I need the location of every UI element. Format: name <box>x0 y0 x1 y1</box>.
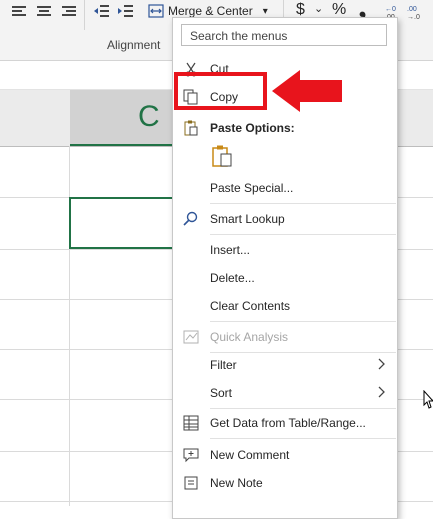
svg-text:→.0: →.0 <box>407 14 420 20</box>
menu-item-label: Get Data from Table/Range... <box>210 416 366 430</box>
menu-item-label: Delete... <box>210 271 255 285</box>
align-center-icon[interactable] <box>37 4 53 18</box>
menu-item-sort[interactable]: Sort <box>173 379 397 407</box>
ribbon-separator <box>84 0 85 30</box>
alignment-group-label: Alignment <box>107 38 161 52</box>
menu-item-label: Paste Options: <box>210 121 295 135</box>
red-arrow-icon <box>270 68 346 117</box>
menu-separator <box>210 203 396 204</box>
merge-center-label: Merge & Center <box>168 4 253 18</box>
decimal-icon[interactable]: ←0.00.00→.0 <box>385 4 425 21</box>
quick-analysis-icon <box>183 329 199 345</box>
menu-search-placeholder: Search the menus <box>190 29 288 43</box>
svg-text:.00: .00 <box>407 6 417 13</box>
menu-item-get-data[interactable]: Get Data from Table/Range... <box>173 409 397 437</box>
menu-item-insert[interactable]: Insert... <box>173 236 397 264</box>
chevron-right-icon <box>377 385 387 399</box>
menu-search-input[interactable]: Search the menus <box>181 24 387 46</box>
mouse-cursor-icon <box>423 389 433 413</box>
menu-item-paste-options: Paste Options: <box>173 114 397 142</box>
menu-separator <box>210 234 396 235</box>
column-header-c[interactable]: C <box>70 90 174 146</box>
menu-item-label: Filter <box>210 358 237 372</box>
paste-icon <box>183 120 199 136</box>
menu-item-paste-special[interactable]: Paste Special... <box>173 174 397 202</box>
menu-item-label: Sort <box>210 386 233 400</box>
chevron-right-icon <box>377 357 387 371</box>
selected-cell[interactable] <box>69 197 174 249</box>
menu-item-label: Smart Lookup <box>210 212 285 226</box>
paste-option-button[interactable] <box>211 144 235 168</box>
align-right-icon[interactable] <box>62 4 78 18</box>
table-icon <box>183 415 199 431</box>
menu-item-label: Quick Analysis <box>210 330 289 344</box>
chevron-down-icon[interactable]: ⌄ <box>314 2 323 15</box>
menu-item-clear-contents[interactable]: Clear Contents <box>173 292 397 320</box>
menu-item-label: Clear Contents <box>210 299 291 313</box>
menu-item-label: New Note <box>210 476 263 490</box>
increase-indent-icon[interactable] <box>117 4 133 18</box>
align-left-icon[interactable] <box>12 4 28 18</box>
menu-separator <box>210 321 396 322</box>
menu-item-label: Insert... <box>210 243 251 257</box>
note-icon <box>183 475 199 491</box>
menu-separator <box>210 438 396 439</box>
menu-item-new-comment[interactable]: New Comment <box>173 441 397 469</box>
search-icon <box>183 211 199 227</box>
merge-icon <box>148 4 164 18</box>
column-header-label: C <box>138 100 160 133</box>
chevron-down-icon: ▾ <box>262 5 268 17</box>
menu-item-filter[interactable]: Filter <box>173 351 397 379</box>
menu-item-label: New Comment <box>210 448 290 462</box>
menu-item-new-note[interactable]: New Note <box>173 469 397 497</box>
menu-item-quick-analysis: Quick Analysis <box>173 323 397 351</box>
menu-item-label: Paste Special... <box>210 181 294 195</box>
menu-item-delete[interactable]: Delete... <box>173 264 397 292</box>
menu-item-smart-lookup[interactable]: Smart Lookup <box>173 205 397 233</box>
paste-icon <box>212 145 232 167</box>
comment-icon <box>183 447 199 463</box>
copy-highlight-box <box>174 72 267 110</box>
svg-text:←0: ←0 <box>385 6 396 13</box>
decrease-indent-icon[interactable] <box>93 4 109 18</box>
